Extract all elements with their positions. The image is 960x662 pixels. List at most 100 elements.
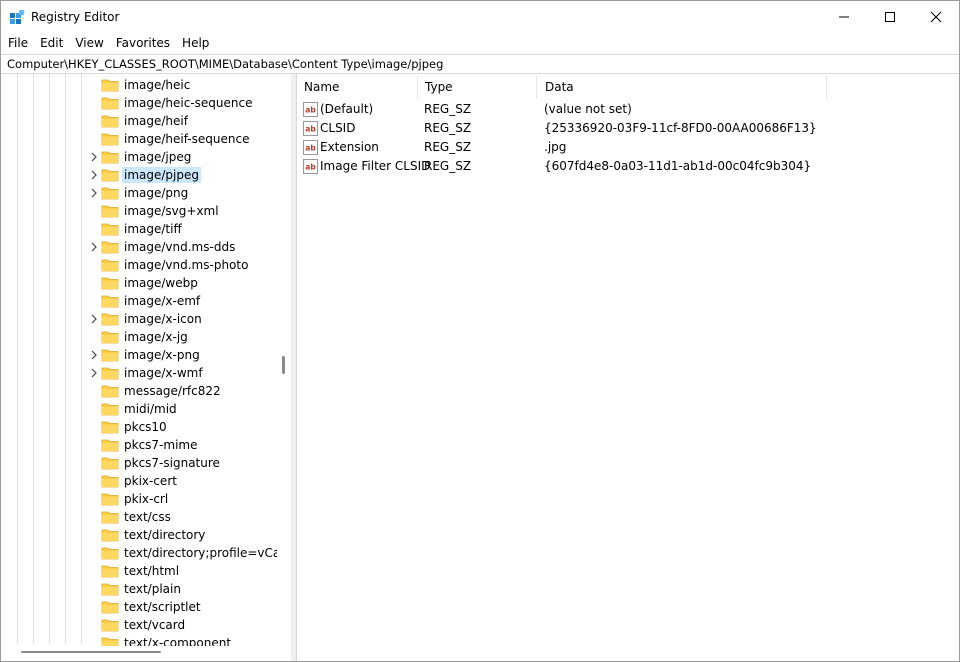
- tree-item[interactable]: pkix-crl: [1, 490, 291, 508]
- tree-item-label: text/html: [124, 564, 180, 578]
- values-pane[interactable]: Name Type Data ab (Default) REG_SZ (value n…: [296, 74, 959, 661]
- menu-edit[interactable]: Edit: [35, 33, 68, 53]
- folder-icon: [101, 115, 119, 128]
- tree-item[interactable]: pkcs7-mime: [1, 436, 291, 454]
- menu-view[interactable]: View: [70, 33, 108, 53]
- key-tree-pane[interactable]: image/heic image/heic-sequence image/heif i…: [1, 74, 292, 661]
- address-bar[interactable]: Computer\HKEY_CLASSES_ROOT\MIME\Database…: [1, 54, 959, 74]
- tree-item[interactable]: text/plain: [1, 580, 291, 598]
- close-icon: [930, 11, 942, 23]
- tree-horizontal-scroll-thumb[interactable]: [21, 651, 161, 653]
- tree-item-label: image/heif: [124, 114, 188, 128]
- tree-item[interactable]: text/directory;profile=vCard: [1, 544, 291, 562]
- svg-text:ab: ab: [305, 125, 316, 134]
- folder-icon: [101, 547, 119, 560]
- tree-item[interactable]: image/heic-sequence: [1, 94, 291, 112]
- column-header-name[interactable]: Name: [297, 76, 418, 98]
- tree-item[interactable]: image/webp: [1, 274, 291, 292]
- chevron-right-icon[interactable]: [89, 152, 99, 162]
- tree-item[interactable]: image/vnd.ms-photo: [1, 256, 291, 274]
- chevron-right-icon[interactable]: [89, 188, 99, 198]
- folder-icon: [101, 79, 119, 92]
- tree-item-label: text/directory: [124, 528, 206, 542]
- tree-vertical-scrollbar[interactable]: [277, 74, 291, 644]
- tree-item-label: image/x-icon: [124, 312, 202, 326]
- tree-item[interactable]: image/pjpeg: [1, 166, 291, 184]
- tree-item[interactable]: image/heif-sequence: [1, 130, 291, 148]
- chevron-right-icon[interactable]: [89, 170, 99, 180]
- tree-item[interactable]: pkcs10: [1, 418, 291, 436]
- value-data: .jpg: [544, 140, 567, 154]
- value-type: REG_SZ: [424, 102, 472, 116]
- value-data: {25336920-03F9-11cf-8FD0-00AA00686F13}: [544, 121, 817, 135]
- tree-item[interactable]: image/png: [1, 184, 291, 202]
- column-header-data[interactable]: Data: [538, 76, 827, 98]
- tree-item[interactable]: image/x-emf: [1, 292, 291, 310]
- folder-icon: [101, 331, 119, 344]
- tree-item[interactable]: image/x-jg: [1, 328, 291, 346]
- folder-icon: [101, 583, 119, 596]
- minimize-button[interactable]: [821, 1, 867, 33]
- tree-item-label: image/heic: [124, 78, 191, 92]
- folder-icon: [101, 259, 119, 272]
- chevron-right-icon[interactable]: [89, 314, 99, 324]
- tree-item-label: pkcs10: [124, 420, 167, 434]
- tree-item[interactable]: image/heic: [1, 76, 291, 94]
- key-tree: image/heic image/heic-sequence image/heif i…: [1, 76, 291, 652]
- menu-file[interactable]: File: [3, 33, 33, 53]
- value-name: CLSID: [320, 121, 356, 135]
- maximize-button[interactable]: [867, 1, 913, 33]
- chevron-right-icon[interactable]: [89, 368, 99, 378]
- menu-help[interactable]: Help: [177, 33, 214, 53]
- value-name: (Default): [320, 102, 374, 116]
- svg-text:ab: ab: [305, 144, 316, 153]
- tree-item[interactable]: pkcs7-signature: [1, 454, 291, 472]
- tree-item[interactable]: image/svg+xml: [1, 202, 291, 220]
- folder-icon: [101, 241, 119, 254]
- tree-item[interactable]: image/jpeg: [1, 148, 291, 166]
- chevron-right-icon[interactable]: [89, 242, 99, 252]
- value-row[interactable]: ab Image Filter CLSID REG_SZ {607fd4e8-0a03…: [297, 157, 957, 176]
- value-row[interactable]: ab CLSID REG_SZ {25336920-03F9-11cf-8FD0-00…: [297, 119, 957, 138]
- tree-item[interactable]: text/scriptlet: [1, 598, 291, 616]
- tree-item[interactable]: image/x-png: [1, 346, 291, 364]
- tree-item[interactable]: message/rfc822: [1, 382, 291, 400]
- tree-item-label: image/svg+xml: [124, 204, 219, 218]
- title-bar[interactable]: Registry Editor: [1, 1, 959, 33]
- tree-item[interactable]: text/directory: [1, 526, 291, 544]
- tree-item[interactable]: image/tiff: [1, 220, 291, 238]
- tree-item[interactable]: pkix-cert: [1, 472, 291, 490]
- tree-item[interactable]: image/vnd.ms-dds: [1, 238, 291, 256]
- tree-item[interactable]: image/x-wmf: [1, 364, 291, 382]
- value-data: {607fd4e8-0a03-11d1-ab1d-00c04fc9b304}: [544, 159, 812, 173]
- tree-item[interactable]: image/x-icon: [1, 310, 291, 328]
- tree-item-label: image/tiff: [124, 222, 182, 236]
- menu-favorites[interactable]: Favorites: [111, 33, 175, 53]
- folder-icon: [101, 511, 119, 524]
- folder-icon: [101, 439, 119, 452]
- tree-item-label: image/webp: [124, 276, 198, 290]
- value-name: Image Filter CLSID: [320, 159, 431, 173]
- tree-item[interactable]: text/css: [1, 508, 291, 526]
- tree-item[interactable]: image/heif: [1, 112, 291, 130]
- folder-icon: [101, 97, 119, 110]
- string-value-icon: ab: [303, 159, 318, 174]
- folder-icon: [101, 403, 119, 416]
- folder-icon: [101, 223, 119, 236]
- value-row[interactable]: ab (Default) REG_SZ (value not set): [297, 100, 957, 119]
- folder-icon: [101, 295, 119, 308]
- tree-item-label: pkcs7-signature: [124, 456, 220, 470]
- close-button[interactable]: [913, 1, 959, 33]
- chevron-right-icon[interactable]: [89, 350, 99, 360]
- tree-vertical-scroll-thumb[interactable]: [282, 356, 285, 374]
- tree-item-label: image/x-png: [124, 348, 200, 362]
- tree-item[interactable]: text/html: [1, 562, 291, 580]
- tree-horizontal-scrollbar[interactable]: [1, 646, 277, 660]
- tree-item[interactable]: midi/mid: [1, 400, 291, 418]
- folder-icon: [101, 457, 119, 470]
- values-list: ab (Default) REG_SZ (value not set) ab CLSID R…: [297, 100, 957, 176]
- tree-item[interactable]: text/vcard: [1, 616, 291, 634]
- tree-item-label: text/css: [124, 510, 171, 524]
- column-header-type[interactable]: Type: [418, 76, 537, 98]
- value-row[interactable]: ab Extension REG_SZ .jpg: [297, 138, 957, 157]
